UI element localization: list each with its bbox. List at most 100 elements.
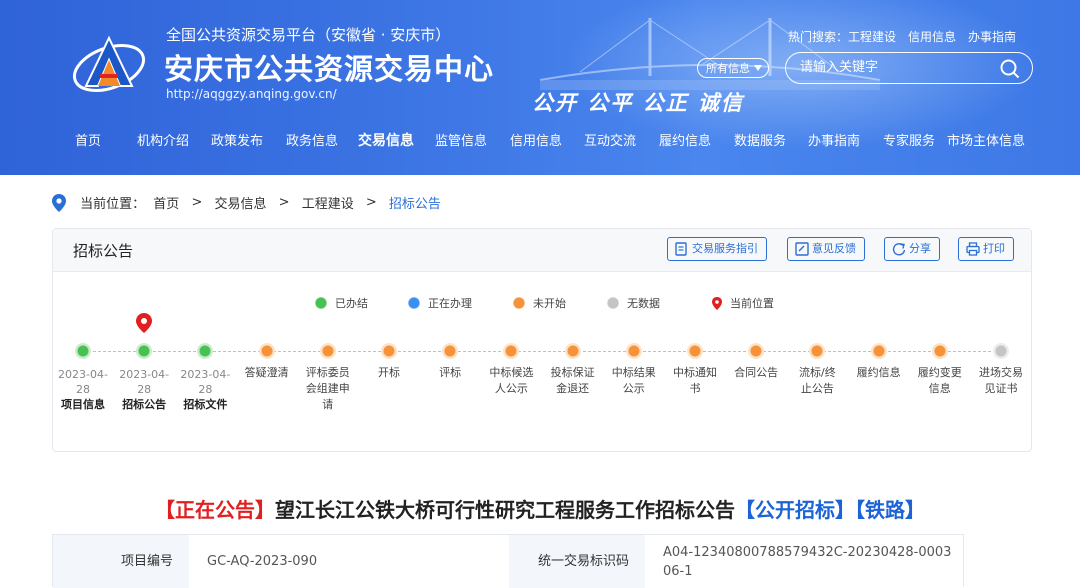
notice-status: 【正在公告】 (155, 498, 275, 522)
notice-heading: 【正在公告】望江长江公铁大桥可行性研究工程服务工作招标公告【公开招标】【铁路】 (0, 494, 1080, 523)
step-label: 招标公告 (122, 398, 167, 411)
nav-policy[interactable]: 政策发布 (211, 130, 263, 149)
progress-step[interactable]: 开标 (361, 343, 417, 381)
step-status-dot-icon (75, 343, 91, 359)
printer-icon (966, 242, 980, 256)
progress-step[interactable]: 答疑澄清 (239, 343, 295, 381)
share-button[interactable]: 分享 (884, 237, 940, 261)
step-label: 中标候选人公示 (489, 366, 534, 395)
breadcrumb-sep: > (191, 195, 203, 210)
site-logo (72, 35, 146, 92)
progress-step[interactable]: 流标/终止公告 (789, 343, 845, 397)
step-date: 2023-04-28 (58, 368, 108, 396)
nav-home[interactable]: 首页 (75, 130, 101, 149)
legend-not-started: 未开始 (513, 295, 566, 311)
search-scope-select[interactable]: 所有信息 (697, 58, 769, 78)
hot-link-credit[interactable]: 信用信息 (908, 30, 956, 44)
search-placeholder: 请输入关键字 (800, 60, 879, 75)
nav-interaction[interactable]: 互动交流 (584, 130, 636, 149)
step-status-dot-icon (258, 343, 275, 359)
current-step-pin-icon (136, 313, 152, 333)
step-label: 评标委员会组建申请 (305, 366, 350, 411)
chevron-down-icon (754, 65, 762, 71)
progress-step[interactable]: 进场交易见证书 (973, 343, 1029, 397)
step-status-dot-icon (319, 343, 336, 359)
feedback-icon (795, 242, 809, 256)
panel-title: 招标公告 (73, 242, 134, 260)
progress-step[interactable]: 合同公告 (728, 343, 784, 381)
progress-panel: 招标公告 交易服务指引 意见反馈 分享 打印 已办结 正在办理 未开始 无数据 … (52, 228, 1032, 452)
feedback-button[interactable]: 意见反馈 (787, 237, 865, 261)
progress-step[interactable]: 投标保证金退还 (545, 343, 601, 397)
nav-about[interactable]: 机构介绍 (137, 130, 189, 149)
nav-trade-info[interactable]: 交易信息 (358, 130, 414, 150)
step-status-dot-icon (564, 343, 581, 359)
step-status-dot-icon (809, 343, 826, 359)
print-label: 打印 (983, 242, 1005, 255)
breadcrumb-trade-info[interactable]: 交易信息 (215, 197, 267, 212)
hot-search-label: 热门搜索： (788, 30, 849, 44)
progress-step[interactable]: 中标通知书 (667, 343, 723, 397)
progress-step[interactable]: 中标结果公示 (606, 343, 662, 397)
notice-tag-category: 【铁路】 (855, 498, 925, 522)
step-label: 评标 (439, 366, 462, 379)
legend-in-progress-label: 正在办理 (428, 297, 472, 310)
breadcrumb-sep: > (278, 195, 290, 210)
step-label: 履约变更信息 (917, 366, 962, 395)
step-status-dot-icon (442, 343, 459, 359)
nav-credit[interactable]: 信用信息 (510, 130, 562, 149)
hot-link-guide[interactable]: 办事指南 (968, 30, 1016, 44)
service-guide-label: 交易服务指引 (692, 242, 758, 255)
progress-step[interactable]: 评标委员会组建申请 (300, 343, 356, 413)
step-status-dot-icon (687, 343, 703, 359)
search-input[interactable]: 请输入关键字 (785, 52, 1033, 84)
step-date: 2023-04-28 (180, 368, 231, 396)
nav-expert[interactable]: 专家服务 (883, 130, 935, 149)
site-title[interactable]: 安庆市公共资源交易中心 (164, 46, 494, 88)
nav-guide[interactable]: 办事指南 (808, 130, 860, 149)
project-no-value: GC-AQ-2023-090 (207, 554, 318, 569)
step-label: 中标结果公示 (611, 366, 656, 395)
step-label: 招标文件 (183, 398, 228, 411)
site-slogan: 公开 公平 公正 诚信 (532, 91, 744, 115)
done-dot-icon (315, 297, 327, 309)
hot-link-engineering[interactable]: 工程建设 (848, 30, 896, 44)
breadcrumb-home[interactable]: 首页 (153, 197, 179, 212)
progress-step[interactable]: 2023-04-28 招标文件 (177, 343, 233, 413)
breadcrumb-engineering[interactable]: 工程建设 (302, 197, 354, 212)
legend-current-label: 当前位置 (730, 297, 774, 310)
nav-performance[interactable]: 履约信息 (659, 130, 711, 149)
progress-step[interactable]: 2023-04-28 项目信息 (55, 343, 111, 413)
site-url[interactable]: http://aqggzy.anqing.gov.cn/ (166, 87, 337, 101)
progress-step[interactable]: 履约信息 (851, 343, 907, 381)
nav-data-service[interactable]: 数据服务 (734, 130, 786, 149)
service-guide-button[interactable]: 交易服务指引 (667, 237, 767, 261)
nav-supervision[interactable]: 监管信息 (435, 130, 487, 149)
search-icon[interactable] (1000, 59, 1020, 79)
main-nav: 首页 机构介绍 政策发布 政务信息 交易信息 监管信息 信用信息 互动交流 履约… (0, 130, 1080, 154)
progress-step[interactable]: 评标 (422, 343, 478, 381)
breadcrumb-current[interactable]: 招标公告 (389, 197, 441, 212)
step-label: 中标通知书 (673, 366, 717, 395)
step-label: 开标 (378, 366, 400, 379)
nav-market-entity[interactable]: 市场主体信息 (947, 130, 1025, 149)
progress-step[interactable]: 中标候选人公示 (483, 343, 539, 397)
progress-step[interactable]: 2023-04-28 招标公告 (116, 343, 172, 413)
legend-done: 已办结 (315, 295, 368, 311)
nav-gov-info[interactable]: 政务信息 (286, 130, 338, 149)
step-status-dot-icon (136, 343, 153, 359)
print-button[interactable]: 打印 (958, 237, 1014, 261)
legend-done-label: 已办结 (335, 297, 368, 310)
breadcrumb-label: 当前位置： (80, 197, 146, 212)
in-progress-dot-icon (408, 297, 420, 309)
project-no-label: 项目编号 (53, 535, 189, 588)
notice-title: 望江长江公铁大桥可行性研究工程服务工作招标公告 (275, 498, 735, 522)
breadcrumb: 当前位置： 首页 > 交易信息 > 工程建设 > 招标公告 (52, 193, 441, 212)
progress-step[interactable]: 履约变更信息 (912, 343, 968, 397)
legend-not-started-label: 未开始 (533, 297, 566, 310)
step-status-dot-icon (381, 343, 397, 359)
step-status-dot-icon (748, 343, 765, 359)
step-label: 流标/终止公告 (799, 366, 836, 395)
step-label: 履约信息 (856, 366, 901, 379)
notice-tag-method: 【公开招标】 (735, 498, 855, 522)
